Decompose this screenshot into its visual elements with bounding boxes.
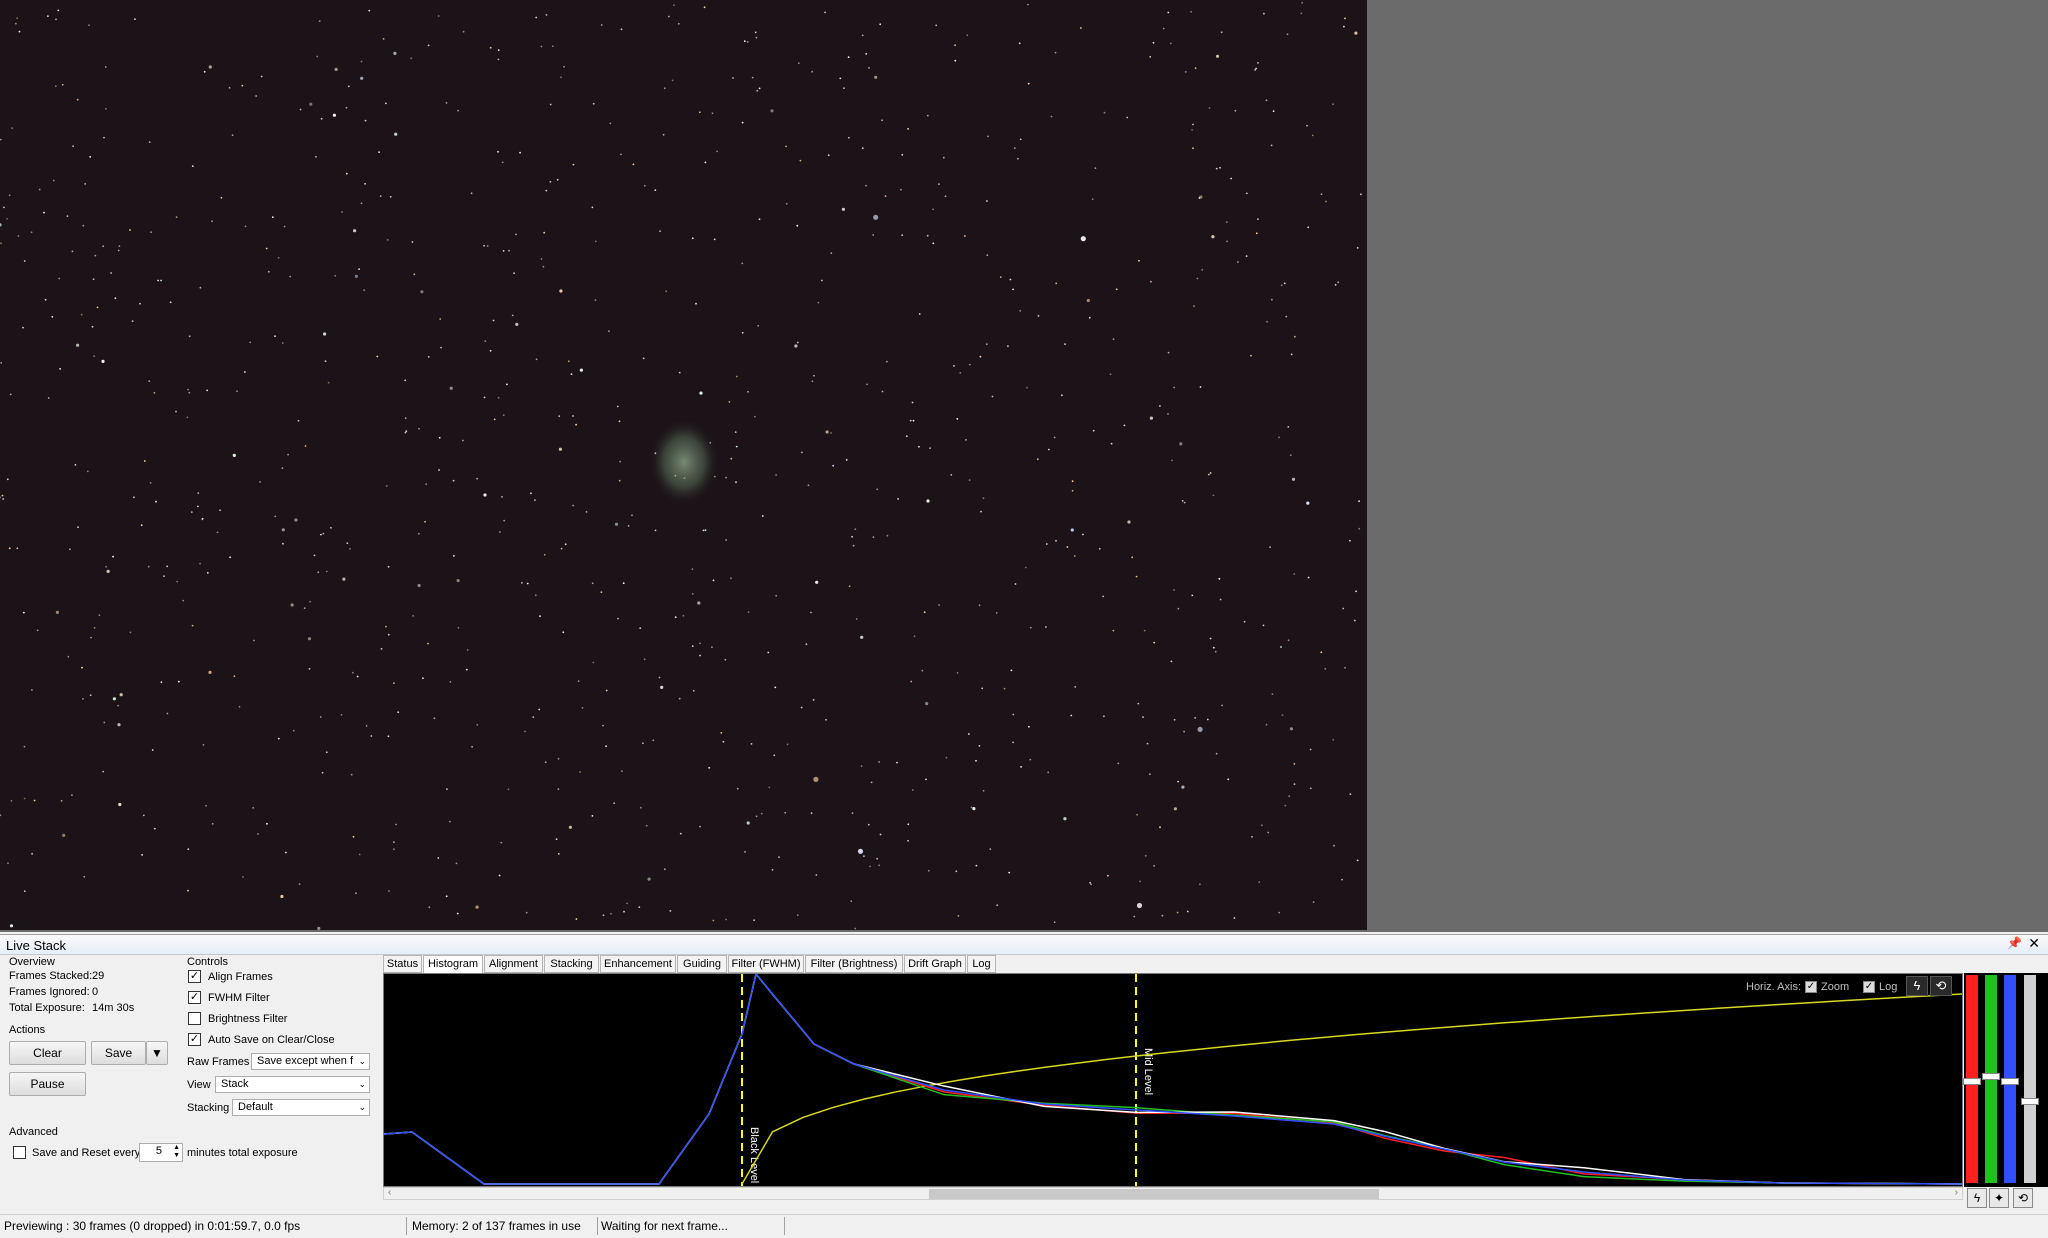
- pin-icon[interactable]: 📌: [2007, 936, 2022, 950]
- minutes-stepper[interactable]: 5 ▲ ▼: [139, 1143, 183, 1162]
- memory-status: Memory: 2 of 137 frames in use: [412, 1219, 581, 1233]
- stacking-select[interactable]: Default ⌄: [232, 1099, 370, 1116]
- image-viewer[interactable]: [0, 0, 2048, 932]
- histogram-luminance-series: [383, 972, 1963, 1185]
- advanced-label: Advanced: [9, 1126, 58, 1138]
- save-reset-label: Save and Reset every: [32, 1147, 141, 1159]
- auto-save-label: Auto Save on Clear/Close: [208, 1034, 335, 1046]
- align-frames-checkbox[interactable]: ✓: [188, 970, 201, 983]
- overview-label: Overview: [9, 956, 55, 968]
- save-button[interactable]: Save: [91, 1041, 146, 1065]
- scroll-left-icon[interactable]: ‹: [388, 1187, 391, 1198]
- histogram-chart[interactable]: Black Level Mid Level Horiz. Axis: ✓ Zoo…: [383, 972, 1963, 1187]
- luminance-slider-handle[interactable]: [2021, 1098, 2039, 1105]
- log-checkbox[interactable]: ✓: [1863, 981, 1875, 993]
- tab-histogram[interactable]: Histogram: [423, 955, 483, 974]
- stacking-label: Stacking: [187, 1102, 230, 1114]
- blue-slider-handle[interactable]: [2001, 1078, 2019, 1085]
- horiz-axis-label: Horiz. Axis:: [1746, 981, 1802, 993]
- tab-enhancement[interactable]: Enhancement: [600, 955, 676, 973]
- minutes-suffix: minutes total exposure: [187, 1147, 298, 1159]
- controls-label: Controls: [187, 956, 228, 968]
- chevron-down-icon: ▼: [151, 1046, 163, 1060]
- status-bar: Previewing : 30 frames (0 dropped) in 0:…: [0, 1214, 2048, 1238]
- rgb-level-sliders: [1963, 973, 2048, 1187]
- raw-frames-select[interactable]: Save except when f ⌄: [251, 1053, 370, 1070]
- scroll-right-icon[interactable]: ›: [1955, 1187, 1958, 1198]
- tab-filter-fwhm[interactable]: Filter (FWHM): [728, 955, 804, 973]
- histogram-blue-series: [383, 972, 1963, 1185]
- waiting-status: Waiting for next frame...: [601, 1219, 728, 1233]
- total-exposure-value: 14m 30s: [92, 1002, 135, 1014]
- reset-icon[interactable]: ⟲: [1930, 976, 1952, 996]
- star-balance-icon[interactable]: ✦: [1989, 1188, 2009, 1208]
- luminance-slider-track[interactable]: [2024, 975, 2036, 1183]
- chevron-down-icon: ⌄: [358, 1102, 366, 1112]
- frames-ignored-value: 0: [92, 986, 99, 998]
- chevron-down-icon: ⌄: [358, 1079, 366, 1089]
- tab-log[interactable]: Log: [967, 955, 996, 973]
- minutes-value: 5: [155, 1145, 162, 1157]
- fwhm-filter-label: FWHM Filter: [208, 992, 270, 1004]
- brightness-filter-checkbox[interactable]: [188, 1012, 201, 1025]
- close-icon[interactable]: ✕: [2028, 935, 2040, 952]
- reset-balance-icon[interactable]: ⟲: [2013, 1188, 2033, 1208]
- histogram-scrollbar[interactable]: ‹ ›: [383, 1187, 1963, 1200]
- histogram-canvas: Black Level Mid Level: [383, 972, 1963, 1186]
- tab-alignment[interactable]: Alignment: [484, 955, 543, 973]
- panel-title: Live Stack: [6, 938, 66, 953]
- save-dropdown-button[interactable]: ▼: [146, 1041, 168, 1065]
- raw-frames-value: Save except when f: [257, 1055, 354, 1067]
- total-exposure-label: Total Exposure:: [9, 1002, 85, 1014]
- chevron-down-icon: ⌄: [358, 1056, 366, 1066]
- frames-ignored-label: Frames Ignored:: [9, 986, 90, 998]
- auto-stretch-icon[interactable]: ϟ: [1906, 976, 1928, 996]
- clear-button[interactable]: Clear: [9, 1041, 86, 1065]
- log-label: Log: [1879, 981, 1898, 993]
- brightness-filter-label: Brightness Filter: [208, 1013, 288, 1025]
- actions-label: Actions: [9, 1024, 46, 1036]
- tab-stacking[interactable]: Stacking: [544, 955, 599, 973]
- stretch-curve: [741, 993, 1963, 1185]
- stepper-arrows-icon[interactable]: ▲ ▼: [173, 1144, 180, 1160]
- raw-frames-label: Raw Frames: [187, 1056, 250, 1068]
- previewing-status: Previewing : 30 frames (0 dropped) in 0:…: [4, 1219, 301, 1233]
- panel-titlebar: Live Stack 📌 ✕: [0, 935, 2048, 955]
- auto-balance-icon[interactable]: ϟ: [1967, 1188, 1987, 1208]
- zoom-label: Zoom: [1821, 981, 1850, 993]
- scrollbar-thumb[interactable]: [929, 1189, 1379, 1199]
- auto-save-checkbox[interactable]: ✓: [188, 1033, 201, 1046]
- red-slider-handle[interactable]: [1963, 1078, 1981, 1085]
- save-reset-checkbox[interactable]: [13, 1146, 26, 1159]
- stacking-value: Default: [238, 1101, 273, 1113]
- tab-drift-graph[interactable]: Drift Graph: [904, 955, 966, 973]
- green-slider-handle[interactable]: [1982, 1073, 2000, 1080]
- fwhm-filter-checkbox[interactable]: ✓: [188, 991, 201, 1004]
- frames-stacked-value: 29: [92, 970, 105, 982]
- starfield-canvas: [0, 1, 1362, 930]
- stacked-image[interactable]: [0, 0, 1367, 930]
- live-stack-panel: Live Stack 📌 ✕ Overview Frames Stacked: …: [0, 934, 2048, 1238]
- histogram-red-series: [383, 972, 1963, 1185]
- histogram-green-series: [383, 972, 1963, 1185]
- pause-button[interactable]: Pause: [9, 1072, 86, 1096]
- view-label: View: [187, 1079, 211, 1091]
- align-frames-label: Align Frames: [208, 971, 273, 983]
- tab-status[interactable]: Status: [383, 955, 422, 973]
- zoom-checkbox[interactable]: ✓: [1805, 981, 1817, 993]
- tab-guiding[interactable]: Guiding: [677, 955, 727, 973]
- view-select[interactable]: Stack ⌄: [215, 1076, 370, 1093]
- view-value: Stack: [221, 1078, 249, 1090]
- tab-filter-brightness[interactable]: Filter (Brightness): [805, 955, 903, 973]
- frames-stacked-label: Frames Stacked:: [9, 970, 93, 982]
